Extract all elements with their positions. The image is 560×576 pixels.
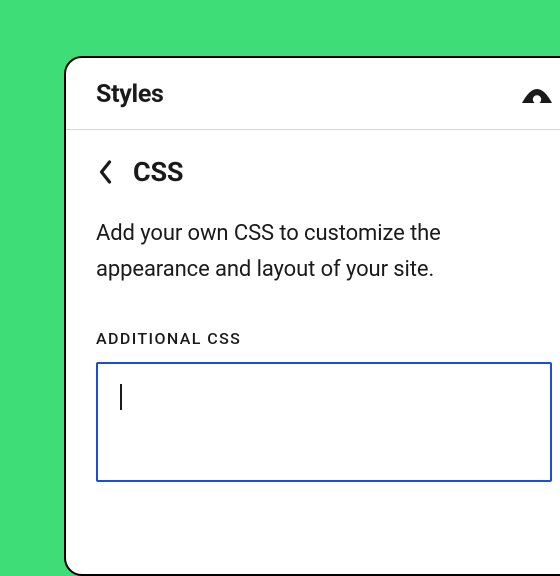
back-button[interactable] [96,158,115,186]
panel-body: CSS Add your own CSS to customize the ap… [66,130,560,482]
section-description: Add your own CSS to customize the appear… [96,216,552,287]
panel-title: Styles [96,80,164,109]
panel-header: Styles [66,58,560,130]
breadcrumb: CSS [96,156,552,188]
preview-button[interactable] [520,83,554,107]
styles-panel: Styles CSS Add your own CSS to customize… [64,56,560,576]
section-title: CSS [133,156,183,188]
text-cursor [120,384,122,410]
css-field-label: ADDITIONAL CSS [96,329,552,348]
css-editor[interactable] [96,362,552,482]
chevron-left-icon [98,160,113,184]
eye-icon [520,83,554,107]
